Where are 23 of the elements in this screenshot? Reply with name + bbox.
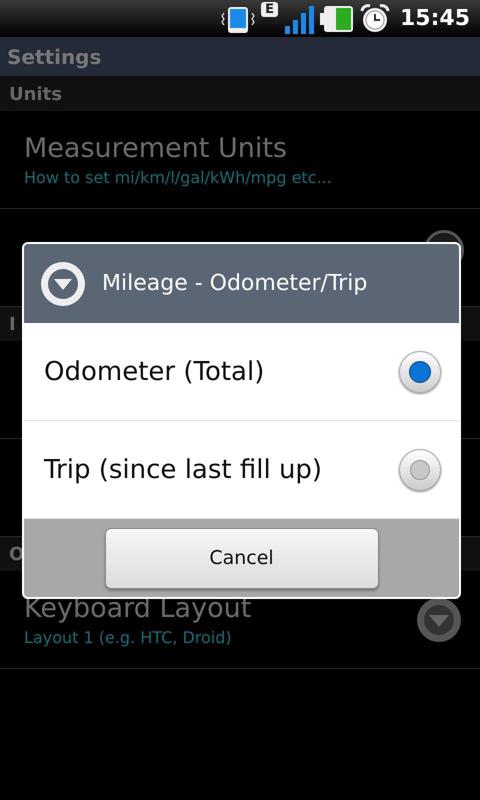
radio-button[interactable] <box>399 448 441 490</box>
dropdown-icon <box>40 260 86 306</box>
screen-title: Settings <box>7 44 102 68</box>
item-summary: Layout 1 (e.g. HTC, Droid) <box>24 628 233 646</box>
radio-button[interactable] <box>399 350 441 392</box>
vibrate-icon <box>221 4 256 32</box>
dropdown-icon <box>416 596 462 642</box>
network-type-badge: E <box>261 2 278 17</box>
section-title: Units <box>9 84 62 104</box>
option-row[interactable]: Odometer (Total) <box>24 323 459 421</box>
option-label: Trip (since last fill up) <box>44 454 322 484</box>
battery-icon <box>320 4 354 34</box>
settings-item[interactable]: Measurement Units How to set mi/km/l/gal/kWh/mpg etc... <box>0 111 480 209</box>
item-title: Keyboard Layout <box>24 592 252 624</box>
signal-icon <box>284 4 314 34</box>
clock-time: 15:45 <box>400 6 470 31</box>
alarm-clock-icon <box>360 4 390 34</box>
section-title: I <box>9 314 16 334</box>
item-summary: How to set mi/km/l/gal/kWh/mpg etc... <box>24 168 332 186</box>
cancel-button[interactable]: Cancel <box>104 528 378 588</box>
item-title: Measurement Units <box>24 132 288 164</box>
option-label: Odometer (Total) <box>44 356 264 386</box>
dialog-title: Mileage - Odometer/Trip <box>102 271 368 296</box>
